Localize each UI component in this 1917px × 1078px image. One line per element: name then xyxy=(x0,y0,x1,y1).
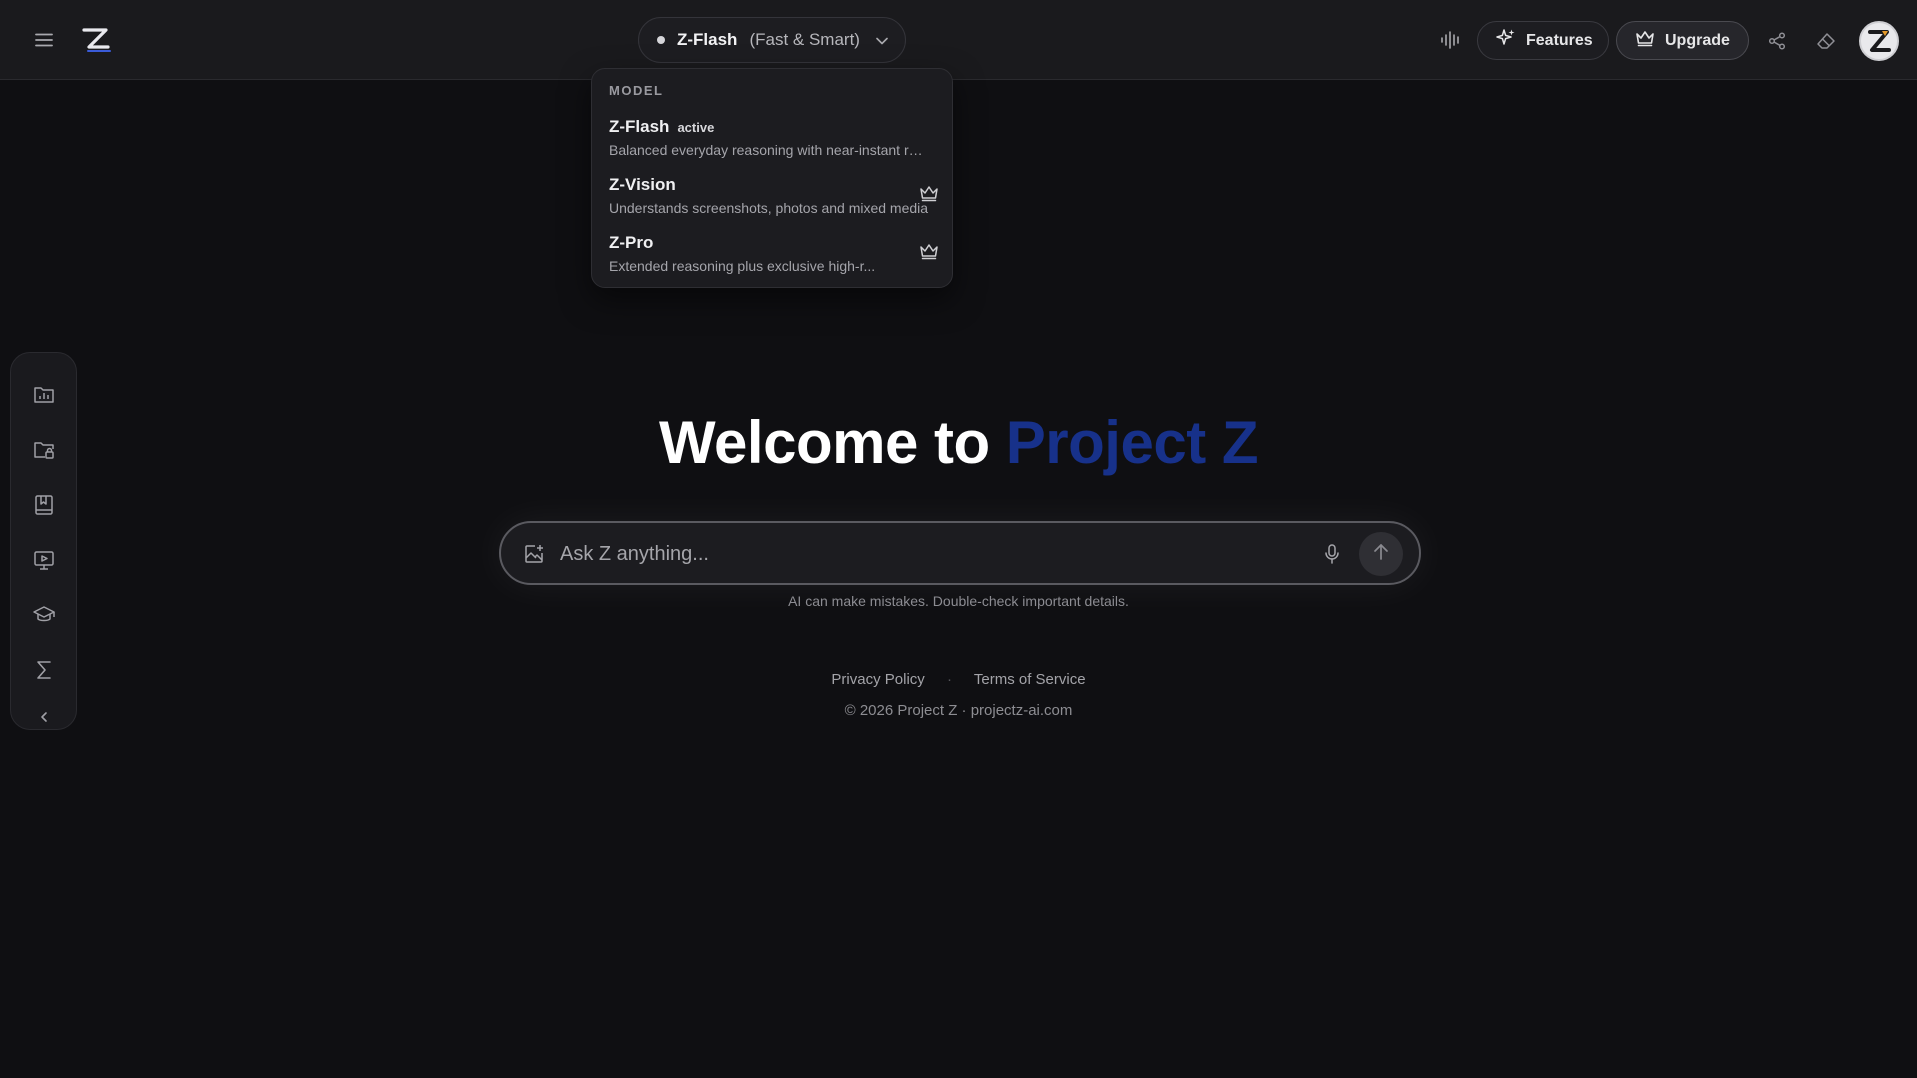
welcome-prefix: Welcome to xyxy=(658,409,990,476)
model-option-description: Extended reasoning plus exclusive high-r… xyxy=(609,258,876,274)
crown-icon xyxy=(919,184,939,207)
model-option-z-flash[interactable]: Z-Flash active Balanced everyday reasoni… xyxy=(609,117,939,158)
upgrade-label: Upgrade xyxy=(1665,31,1730,49)
chat-input-box xyxy=(499,521,1421,585)
status-dot-icon xyxy=(657,36,665,44)
features-label: Features xyxy=(1526,31,1593,49)
send-button[interactable] xyxy=(1359,532,1403,576)
voice-waveform-icon[interactable] xyxy=(1437,27,1465,53)
model-option-title: Z-Pro xyxy=(609,233,654,252)
model-option-description: Understands screenshots, photos and mixe… xyxy=(609,200,929,216)
eraser-icon[interactable] xyxy=(1812,28,1840,54)
project-z-logo-icon[interactable] xyxy=(76,20,116,60)
welcome-brand: Project Z xyxy=(1005,409,1259,476)
model-selector-subtitle: (Fast & Smart) xyxy=(749,30,860,49)
crown-icon xyxy=(919,242,939,265)
welcome-heading: Welcome to Project Z xyxy=(0,408,1917,477)
user-avatar[interactable] xyxy=(1859,21,1899,61)
upgrade-button[interactable]: Upgrade xyxy=(1616,21,1749,60)
terms-of-service-link[interactable]: Terms of Service xyxy=(974,671,1086,688)
chat-input[interactable] xyxy=(560,537,1320,571)
model-option-z-pro[interactable]: Z-Pro Extended reasoning plus exclusive … xyxy=(609,233,939,274)
top-bar: Z-Flash (Fast & Smart) Features Upgrade xyxy=(0,0,1917,80)
features-button[interactable]: Features xyxy=(1477,21,1609,60)
presentation-play-icon[interactable] xyxy=(32,548,56,572)
dropdown-header: MODEL xyxy=(609,83,664,98)
share-icon[interactable] xyxy=(1763,28,1791,54)
active-badge: active xyxy=(677,119,715,135)
model-selector-button[interactable]: Z-Flash (Fast & Smart) xyxy=(638,17,906,63)
model-option-z-vision[interactable]: Z-Vision Understands screenshots, photos… xyxy=(609,175,939,216)
footer-links: Privacy Policy · Terms of Service xyxy=(0,671,1917,688)
arrow-up-icon xyxy=(1373,543,1389,566)
footer-separator: · xyxy=(946,671,952,688)
model-option-title: Z-Flash xyxy=(609,117,670,136)
ai-disclaimer: AI can make mistakes. Double-check impor… xyxy=(788,593,1129,609)
privacy-policy-link[interactable]: Privacy Policy xyxy=(831,671,924,688)
model-dropdown: MODEL Z-Flash active Balanced everyday r… xyxy=(591,68,953,288)
model-selector-name: Z-Flash xyxy=(677,30,738,49)
chevron-down-icon xyxy=(876,30,888,50)
chart-folder-icon[interactable] xyxy=(32,383,56,407)
model-option-title: Z-Vision xyxy=(609,175,676,194)
menu-icon[interactable] xyxy=(30,27,58,53)
copyright-text: © 2026 Project Z · projectz-ai.com xyxy=(844,702,1073,719)
model-option-description: Balanced everyday reasoning with near-in… xyxy=(609,142,929,158)
sparkles-icon xyxy=(1496,28,1516,53)
microphone-icon[interactable] xyxy=(1321,543,1343,565)
crown-icon xyxy=(1635,29,1655,52)
add-image-icon[interactable] xyxy=(523,543,545,565)
bookmark-book-icon[interactable] xyxy=(32,493,56,517)
